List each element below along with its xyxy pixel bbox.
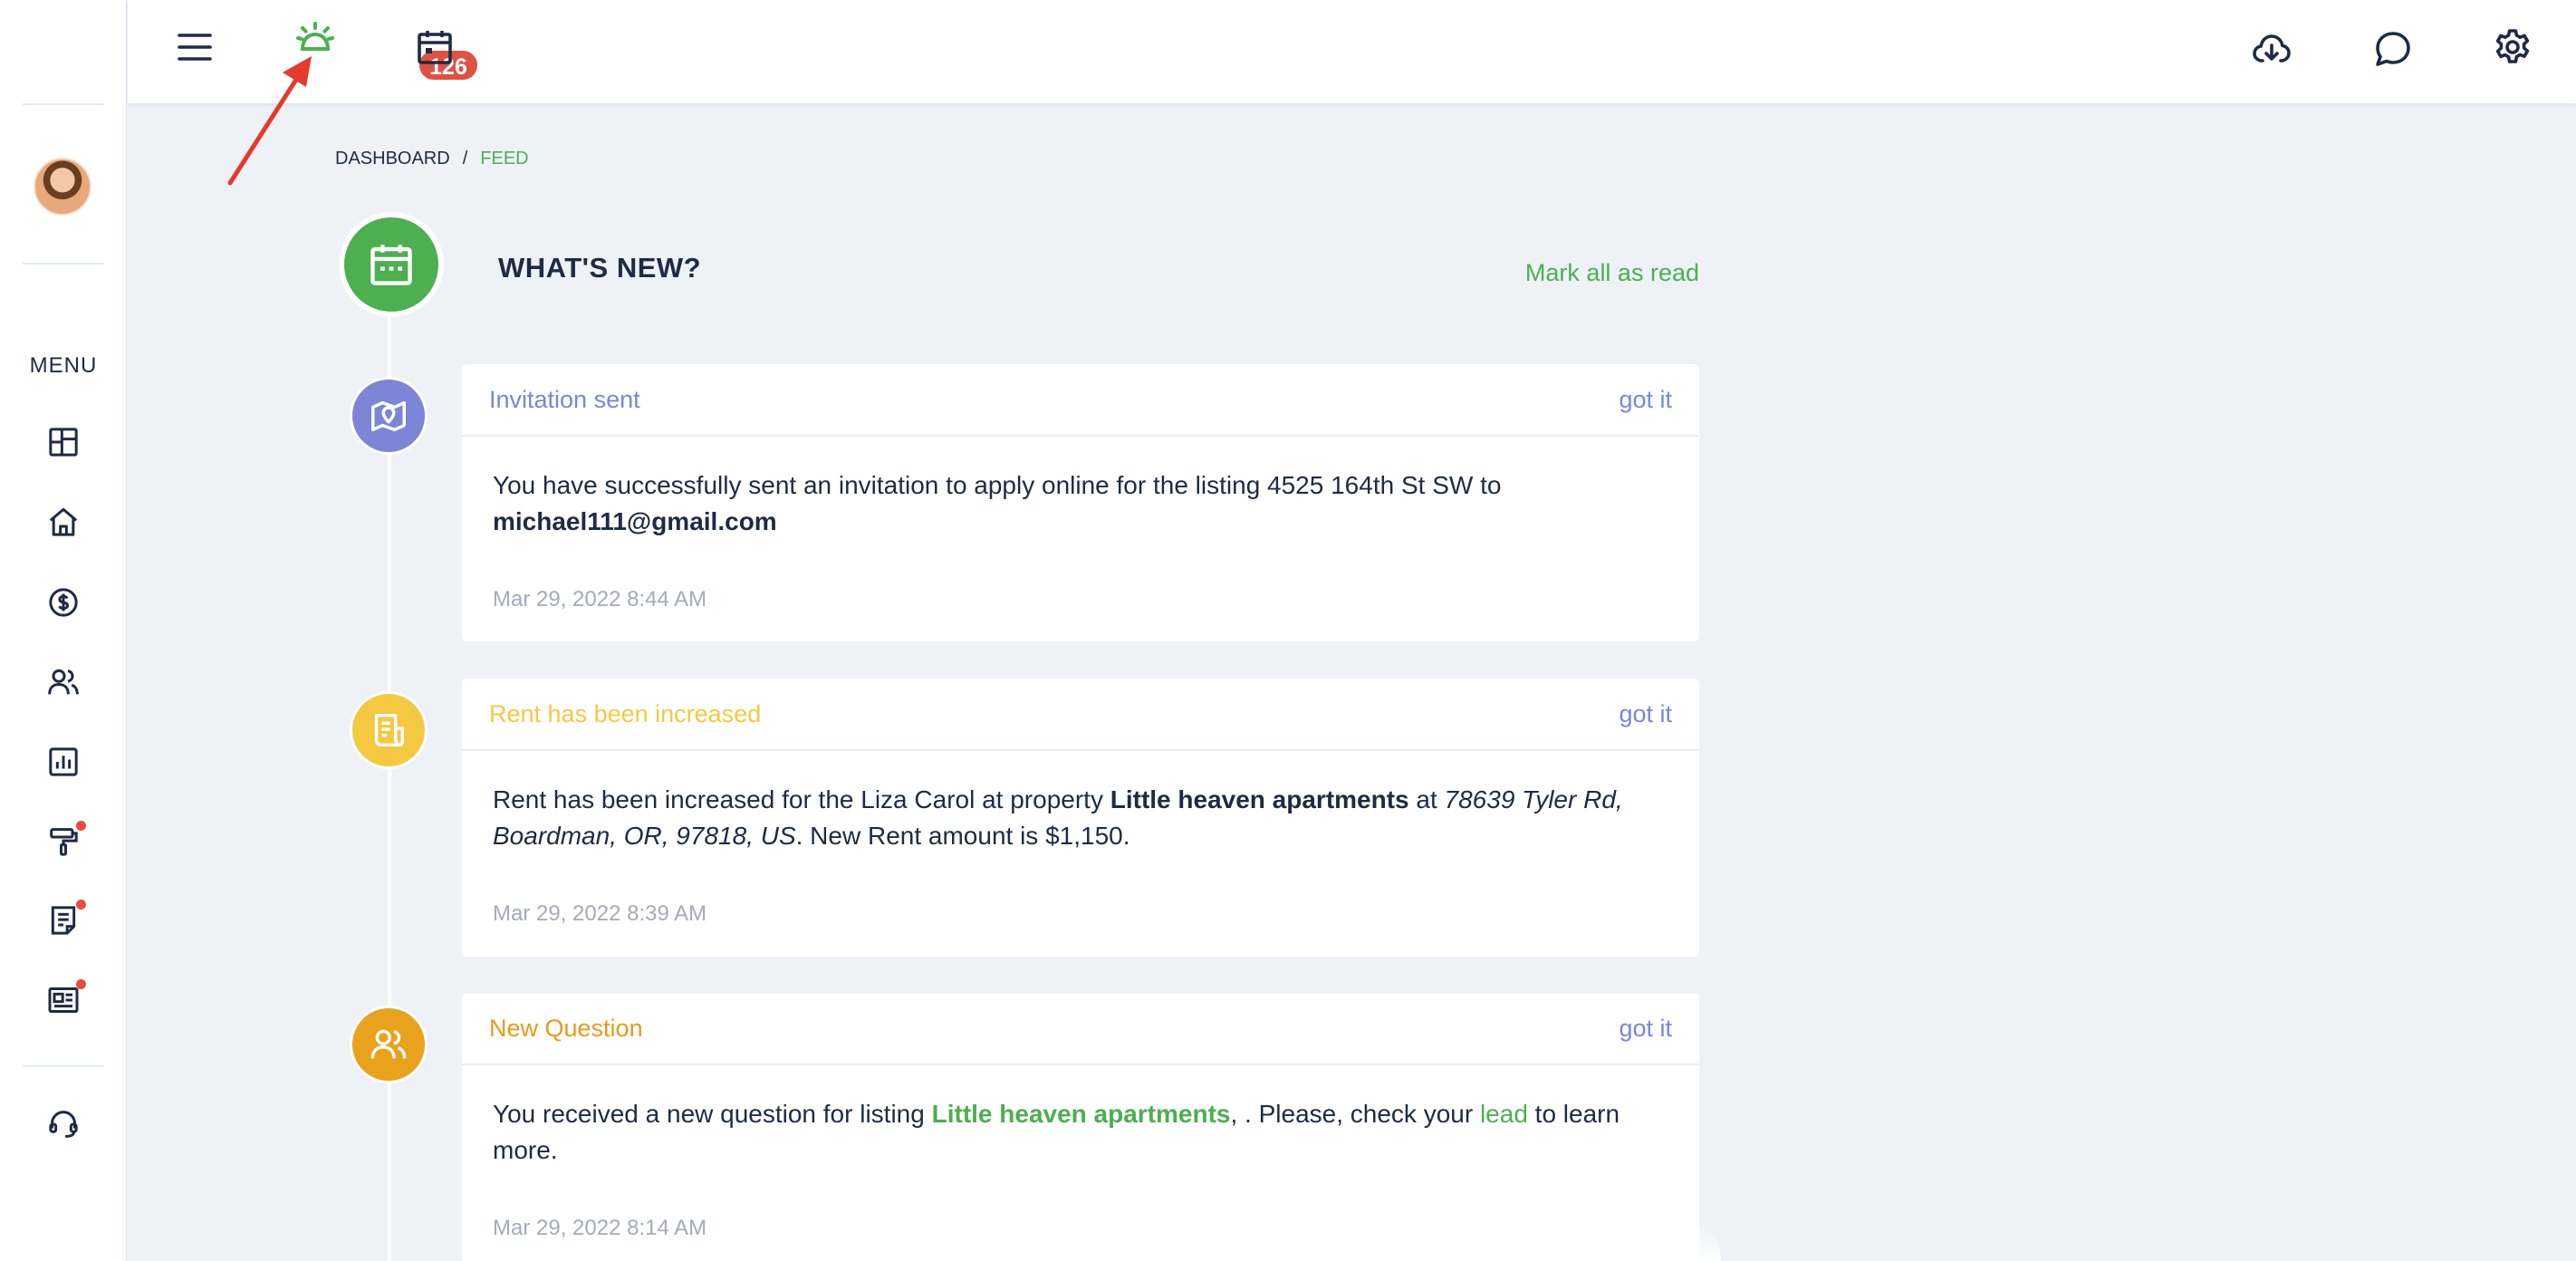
users-icon [48, 669, 79, 695]
topbar: 126 [128, 0, 2576, 103]
dashboard-grid-icon [49, 428, 78, 457]
lead-link[interactable]: lead [1480, 1100, 1528, 1128]
dollar-circle-icon [49, 588, 78, 617]
feed-card-text: . New Rent amount is $1,150. [795, 822, 1130, 850]
feed-card-header: Rent has been increased got it [462, 679, 1699, 751]
calendar-icon [418, 31, 452, 64]
sidebar-divider [23, 1065, 104, 1067]
feed-card: New Question got it You received a new q… [462, 993, 1699, 1261]
got-it-button[interactable]: got it [1619, 700, 1672, 728]
feed-card-timestamp: Mar 29, 2022 8:39 AM [493, 901, 707, 926]
sidebar-divider [23, 263, 104, 265]
feed-card-text: You received a new question for listing [493, 1100, 932, 1128]
feed-card-title: New Question [489, 1014, 643, 1042]
page-title: WHAT'S NEW? [498, 252, 702, 284]
feed-card-title: Rent has been increased [489, 699, 762, 727]
feed-card-title: Invitation sent [489, 385, 640, 413]
menu-icon [178, 34, 212, 61]
listing-link[interactable]: Little heaven apartments [932, 1100, 1231, 1128]
document-icon [51, 906, 76, 935]
mark-all-read-link[interactable]: Mark all as read [1476, 259, 1699, 287]
sidebar-divider [23, 103, 104, 105]
notification-dot [76, 979, 86, 989]
feed-card-text: , . Please, check your [1230, 1100, 1480, 1128]
got-it-button[interactable]: got it [1619, 1015, 1672, 1043]
sidebar-item-dashboard[interactable] [41, 419, 86, 465]
notification-dot [76, 821, 86, 831]
feed-card-text: You have successfully sent an invitation… [493, 471, 1502, 499]
sidebar-item-listings[interactable] [41, 977, 86, 1023]
newspaper-icon [48, 987, 79, 1013]
chat-bubble-icon [2376, 32, 2410, 66]
sidebar: MENU [0, 0, 127, 1261]
bar-chart-icon [49, 747, 78, 776]
feed-card-header: Invitation sent got it [462, 364, 1699, 437]
breadcrumb-current: FEED [480, 149, 529, 168]
messages-button[interactable] [2366, 22, 2420, 76]
feed-card-body: Rent has been increased for the Liza Car… [462, 751, 1699, 854]
feed-card-property: Little heaven apartments [1110, 785, 1409, 813]
settings-button[interactable] [2485, 20, 2540, 74]
feed-header-icon [339, 212, 444, 317]
got-it-button[interactable]: got it [1619, 386, 1672, 414]
notifications-button[interactable] [288, 13, 342, 67]
calendar-button[interactable] [408, 20, 462, 74]
feed-card: Invitation sent got it You have successf… [462, 364, 1699, 641]
notification-dot [76, 900, 86, 910]
download-button[interactable] [2244, 22, 2299, 76]
feed-card-header: New Question got it [462, 993, 1699, 1065]
feed-card-text: at [1408, 785, 1445, 813]
feed-card-timestamp: Mar 29, 2022 8:44 AM [493, 587, 707, 611]
breadcrumb-dashboard-link[interactable]: DASHBOARD [335, 149, 450, 169]
sidebar-item-documents[interactable] [41, 898, 86, 943]
users-icon [370, 1029, 407, 1059]
sidebar-item-payments[interactable] [41, 580, 86, 625]
feed-card-body: You have successfully sent an invitation… [462, 437, 1699, 540]
feed-card-text: Rent has been increased for the Liza Car… [493, 785, 1110, 813]
breadcrumb: DASHBOARD / FEED [335, 149, 529, 169]
bottom-overlay [870, 1223, 1721, 1261]
feed-card: Rent has been increased got it Rent has … [462, 679, 1699, 957]
calendar-icon [370, 245, 412, 285]
cloud-download-icon [2253, 34, 2291, 63]
feed-card-body: You received a new question for listing … [462, 1065, 1699, 1169]
home-icon [49, 507, 78, 536]
feed-card-email: michael111@gmail.com [493, 507, 777, 535]
sidebar-item-maintenance[interactable] [41, 819, 86, 864]
feed-card-timestamp: Mar 29, 2022 8:14 AM [493, 1216, 707, 1240]
avatar[interactable] [34, 158, 91, 216]
alarm-bell-icon [296, 22, 334, 51]
paint-roller-icon [50, 828, 78, 856]
receipt-icon [374, 713, 405, 747]
menu-button[interactable] [168, 20, 222, 74]
gear-icon [2495, 29, 2530, 63]
sidebar-item-reports[interactable] [41, 739, 86, 785]
map-pin-icon [371, 400, 406, 432]
sidebar-item-people[interactable] [41, 659, 86, 705]
feed-item-icon [350, 691, 428, 769]
menu-label: MENU [29, 353, 98, 378]
feed-item-icon [350, 1006, 428, 1083]
breadcrumb-separator: / [462, 149, 468, 168]
feed-item-icon [350, 377, 428, 455]
sidebar-item-properties[interactable] [41, 499, 86, 544]
sidebar-item-support[interactable] [41, 1102, 86, 1147]
headset-icon [49, 1111, 78, 1138]
